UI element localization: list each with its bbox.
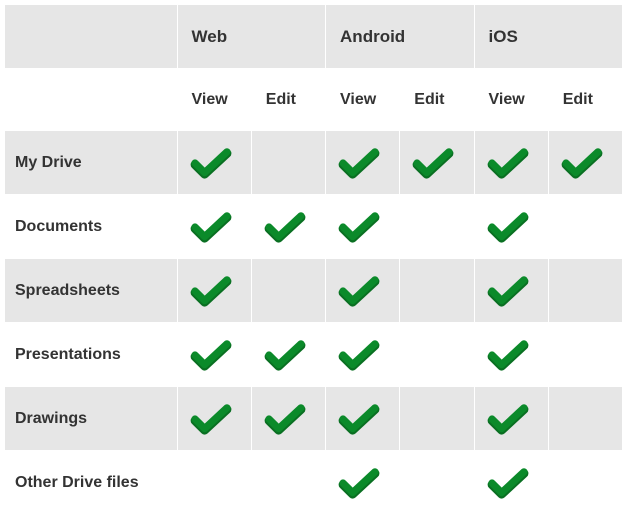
- table-row: Documents: [5, 195, 623, 259]
- check-icon: [190, 275, 232, 307]
- feature-label-presentations: Presentations: [5, 323, 178, 387]
- check-icon: [412, 147, 454, 179]
- sub-header-web-edit: Edit: [251, 69, 325, 131]
- check-icon: [264, 403, 306, 435]
- capability-header-row: View Edit View Edit View Edit: [5, 69, 623, 131]
- table-row: Spreadsheets: [5, 259, 623, 323]
- check-icon: [487, 275, 529, 307]
- cell: [326, 323, 400, 387]
- check-icon: [190, 211, 232, 243]
- check-icon: [487, 467, 529, 499]
- cell: [177, 195, 251, 259]
- table-row: Other Drive files: [5, 451, 623, 515]
- cell: [474, 195, 548, 259]
- check-icon: [487, 211, 529, 243]
- cell: [326, 451, 400, 515]
- sub-header-web-view: View: [177, 69, 251, 131]
- cell: [251, 451, 325, 515]
- cell: [548, 323, 622, 387]
- cell: [177, 387, 251, 451]
- cell: [474, 451, 548, 515]
- cell: [548, 195, 622, 259]
- cell: [251, 131, 325, 195]
- sub-header-android-edit: Edit: [400, 69, 474, 131]
- sub-header-blank: [5, 69, 178, 131]
- platform-header-web: Web: [177, 5, 325, 69]
- table-row: My Drive: [5, 131, 623, 195]
- feature-label-documents: Documents: [5, 195, 178, 259]
- check-icon: [190, 339, 232, 371]
- cell: [474, 323, 548, 387]
- platform-header-android: Android: [326, 5, 474, 69]
- cell: [177, 259, 251, 323]
- cell: [251, 387, 325, 451]
- check-icon: [338, 339, 380, 371]
- table-row: Drawings: [5, 387, 623, 451]
- cell: [400, 387, 474, 451]
- check-icon: [487, 147, 529, 179]
- cell: [251, 259, 325, 323]
- check-icon: [561, 147, 603, 179]
- feature-label-mydrive: My Drive: [5, 131, 178, 195]
- cell: [326, 259, 400, 323]
- cell: [400, 323, 474, 387]
- sub-header-android-view: View: [326, 69, 400, 131]
- feature-label-other: Other Drive files: [5, 451, 178, 515]
- header-blank: [5, 5, 178, 69]
- cell: [548, 451, 622, 515]
- cell: [326, 131, 400, 195]
- cell: [548, 259, 622, 323]
- cell: [474, 387, 548, 451]
- check-icon: [190, 147, 232, 179]
- cell: [177, 451, 251, 515]
- cell: [326, 387, 400, 451]
- cell: [400, 131, 474, 195]
- cell: [474, 259, 548, 323]
- cell: [177, 323, 251, 387]
- cell: [548, 387, 622, 451]
- cell: [326, 195, 400, 259]
- cell: [474, 131, 548, 195]
- check-icon: [190, 403, 232, 435]
- check-icon: [264, 211, 306, 243]
- check-icon: [487, 339, 529, 371]
- sub-header-ios-edit: Edit: [548, 69, 622, 131]
- cell: [548, 131, 622, 195]
- feature-matrix-table: Web Android iOS View Edit View Edit View…: [4, 4, 623, 515]
- check-icon: [338, 275, 380, 307]
- cell: [400, 451, 474, 515]
- feature-label-spreadsheets: Spreadsheets: [5, 259, 178, 323]
- platform-header-row: Web Android iOS: [5, 5, 623, 69]
- cell: [400, 195, 474, 259]
- table-row: Presentations: [5, 323, 623, 387]
- check-icon: [264, 339, 306, 371]
- cell: [400, 259, 474, 323]
- check-icon: [338, 211, 380, 243]
- check-icon: [487, 403, 529, 435]
- check-icon: [338, 147, 380, 179]
- feature-label-drawings: Drawings: [5, 387, 178, 451]
- check-icon: [338, 467, 380, 499]
- check-icon: [338, 403, 380, 435]
- cell: [251, 323, 325, 387]
- cell: [177, 131, 251, 195]
- platform-header-ios: iOS: [474, 5, 623, 69]
- sub-header-ios-view: View: [474, 69, 548, 131]
- cell: [251, 195, 325, 259]
